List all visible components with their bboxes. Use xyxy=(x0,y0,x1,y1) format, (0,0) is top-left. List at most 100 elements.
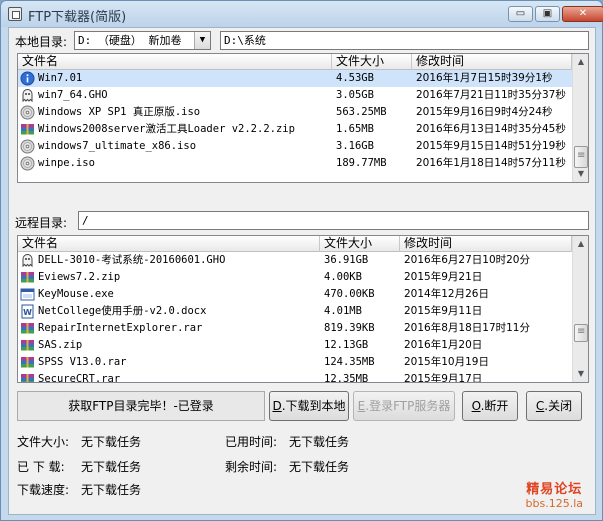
local-list-header: 文件名 文件大小 修改时间 xyxy=(18,54,588,70)
file-name: Windows2008server激活工具Loader v2.2.2.zip xyxy=(38,123,295,135)
file-mtime: 2016年6月27日10时20分 xyxy=(404,254,530,266)
file-mtime: 2015年9月17日 xyxy=(404,373,483,383)
svg-text:W: W xyxy=(23,308,32,317)
disconnect-button[interactable]: O.断开 xyxy=(462,391,518,421)
file-size: 819.39KB xyxy=(324,322,375,334)
scroll-down-icon[interactable]: ▼ xyxy=(573,166,588,182)
archive-icon xyxy=(20,338,35,353)
file-size-value: 无下载任务 xyxy=(81,435,142,449)
speed-label: 下载速度: xyxy=(17,483,70,497)
disc-icon xyxy=(20,105,35,120)
title-bar[interactable]: FTP下载器(简版) ▭ ▣ ✕ xyxy=(1,1,603,27)
local-file-row[interactable]: Win7.01 4.53GB 2016年1月7日15时39分1秒 xyxy=(18,70,588,87)
file-mtime: 2015年9月16日9时4分24秒 xyxy=(416,106,553,118)
local-file-row[interactable]: win7_64.GHO 3.05GB 2016年7月21日11时35分37秒 xyxy=(18,87,588,104)
scroll-thumb[interactable] xyxy=(574,324,588,342)
remote-file-row[interactable]: KeyMouse.exe 470.00KB 2014年12月26日 xyxy=(18,286,588,303)
remote-file-row[interactable]: Eviews7.2.zip 4.00KB 2015年9月21日 xyxy=(18,269,588,286)
file-name: Win7.01 xyxy=(38,72,83,84)
file-mtime: 2015年9月21日 xyxy=(404,271,483,283)
login-label: .登录FTP服务器 xyxy=(365,399,451,413)
speed-value: 无下载任务 xyxy=(81,483,142,497)
remote-file-row[interactable]: RepairInternetExplorer.rar 819.39KB 2016年8… xyxy=(18,320,588,337)
file-name: Eviews7.2.zip xyxy=(38,271,121,283)
info-icon xyxy=(20,71,35,86)
remote-path-input[interactable]: / xyxy=(78,211,589,230)
ghost-icon xyxy=(20,88,35,103)
disconnect-label: .断开 xyxy=(480,399,509,413)
file-size: 36.91GB xyxy=(324,254,369,266)
local-file-row[interactable]: windows7_ultimate_x86.iso 3.16GB 2015年9月15… xyxy=(18,138,588,155)
local-file-row[interactable]: Windows2008server激活工具Loader v2.2.2.zip 1.… xyxy=(18,121,588,138)
elapsed-label: 已用时间: xyxy=(225,435,278,449)
status-message: 获取FTP目录完毕！-已登录 xyxy=(17,391,265,421)
file-size: 12.35MB xyxy=(324,373,369,383)
elapsed-value: 无下载任务 xyxy=(289,435,350,449)
chevron-down-icon[interactable]: ▼ xyxy=(194,32,210,49)
local-col-mtime[interactable]: 修改时间 xyxy=(412,54,572,70)
scroll-up-icon[interactable]: ▲ xyxy=(573,236,588,252)
file-size: 4.00KB xyxy=(324,271,362,283)
remote-col-mtime[interactable]: 修改时间 xyxy=(400,236,572,252)
archive-icon xyxy=(20,270,35,285)
archive-icon xyxy=(20,372,35,382)
archive-icon xyxy=(20,355,35,370)
file-size: 189.77MB xyxy=(336,157,387,169)
close-window-button[interactable]: ✕ xyxy=(562,6,603,22)
remote-col-name[interactable]: 文件名 xyxy=(18,236,320,252)
file-name: SPSS V13.0.rar xyxy=(38,356,127,368)
remote-file-row[interactable]: W NetCollege使用手册-v2.0.docx 4.01MB 2015年9月11… xyxy=(18,303,588,320)
file-mtime: 2016年1月7日15时39分1秒 xyxy=(416,72,553,84)
file-size: 1.65MB xyxy=(336,123,374,135)
remaining-label: 剩余时间: xyxy=(225,460,278,474)
local-file-row[interactable]: Windows XP SP1 真正原版.iso 563.25MB 2015年9月16… xyxy=(18,104,588,121)
remote-file-row[interactable]: SPSS V13.0.rar 124.35MB 2015年10月19日 xyxy=(18,354,588,371)
file-mtime: 2016年8月18日17时11分 xyxy=(404,322,530,334)
login-button[interactable]: E.登录FTP服务器 xyxy=(353,391,455,421)
local-file-list[interactable]: 文件名 文件大小 修改时间 Win7.01 4.53GB 2016年1月7日15时3… xyxy=(17,53,589,183)
file-size: 4.53GB xyxy=(336,72,374,84)
local-file-row[interactable]: winpe.iso 189.77MB 2016年1月18日14时57分11秒 xyxy=(18,155,588,172)
local-col-size[interactable]: 文件大小 xyxy=(332,54,412,70)
scroll-up-icon[interactable]: ▲ xyxy=(573,54,588,70)
file-name: win7_64.GHO xyxy=(38,89,108,101)
file-size: 124.35MB xyxy=(324,356,375,368)
remote-file-row[interactable]: DELL-3010-考试系统-20160601.GHO 36.91GB 2016年6… xyxy=(18,252,588,269)
drive-select[interactable]: D: （硬盘） 新加卷 ▼ xyxy=(74,31,211,50)
remote-file-list[interactable]: 文件名 文件大小 修改时间 DELL-3010-考试系统-20160601.GH… xyxy=(17,235,589,383)
file-mtime: 2015年9月11日 xyxy=(404,305,483,317)
close-button[interactable]: C.关闭 xyxy=(526,391,582,421)
app-icon xyxy=(8,7,22,21)
close-label: .关闭 xyxy=(544,399,573,413)
file-name: SecureCRT.rar xyxy=(38,373,121,383)
archive-icon xyxy=(20,321,35,336)
downloaded-value: 无下载任务 xyxy=(81,460,142,474)
remote-col-size[interactable]: 文件大小 xyxy=(320,236,400,252)
file-name: winpe.iso xyxy=(38,157,95,169)
file-name: SAS.zip xyxy=(38,339,83,351)
local-path-input[interactable]: D:\系统 xyxy=(220,31,589,50)
scroll-down-icon[interactable]: ▼ xyxy=(573,366,588,382)
client-area: 本地目录: D: （硬盘） 新加卷 ▼ D:\系统 文件名 文件大小 修改时间 … xyxy=(8,27,596,515)
local-scrollbar[interactable]: ▲ ▼ xyxy=(572,54,588,182)
ghost-icon xyxy=(20,253,35,268)
disc-icon xyxy=(20,139,35,154)
disc-icon xyxy=(20,156,35,171)
file-mtime: 2016年1月18日14时57分11秒 xyxy=(416,157,566,169)
disconnect-hotkey: O xyxy=(471,399,481,413)
scroll-thumb[interactable] xyxy=(574,146,588,168)
file-name: KeyMouse.exe xyxy=(38,288,114,300)
app-window: FTP下载器(简版) ▭ ▣ ✕ 本地目录: D: （硬盘） 新加卷 ▼ D:\… xyxy=(0,0,603,521)
download-button[interactable]: D.下载到本地 xyxy=(269,391,349,421)
file-size: 3.05GB xyxy=(336,89,374,101)
maximize-button[interactable]: ▣ xyxy=(535,6,560,22)
remote-file-row[interactable]: SAS.zip 12.13GB 2016年1月20日 xyxy=(18,337,588,354)
remote-scrollbar[interactable]: ▲ ▼ xyxy=(572,236,588,382)
minimize-button[interactable]: ▭ xyxy=(508,6,533,22)
file-name: NetCollege使用手册-v2.0.docx xyxy=(38,305,207,317)
archive-icon xyxy=(20,122,35,137)
file-mtime: 2015年9月15日14时51分19秒 xyxy=(416,140,566,152)
local-col-name[interactable]: 文件名 xyxy=(18,54,332,70)
file-mtime: 2016年7月21日11时35分37秒 xyxy=(416,89,566,101)
remote-file-row[interactable]: SecureCRT.rar 12.35MB 2015年9月17日 xyxy=(18,371,588,383)
